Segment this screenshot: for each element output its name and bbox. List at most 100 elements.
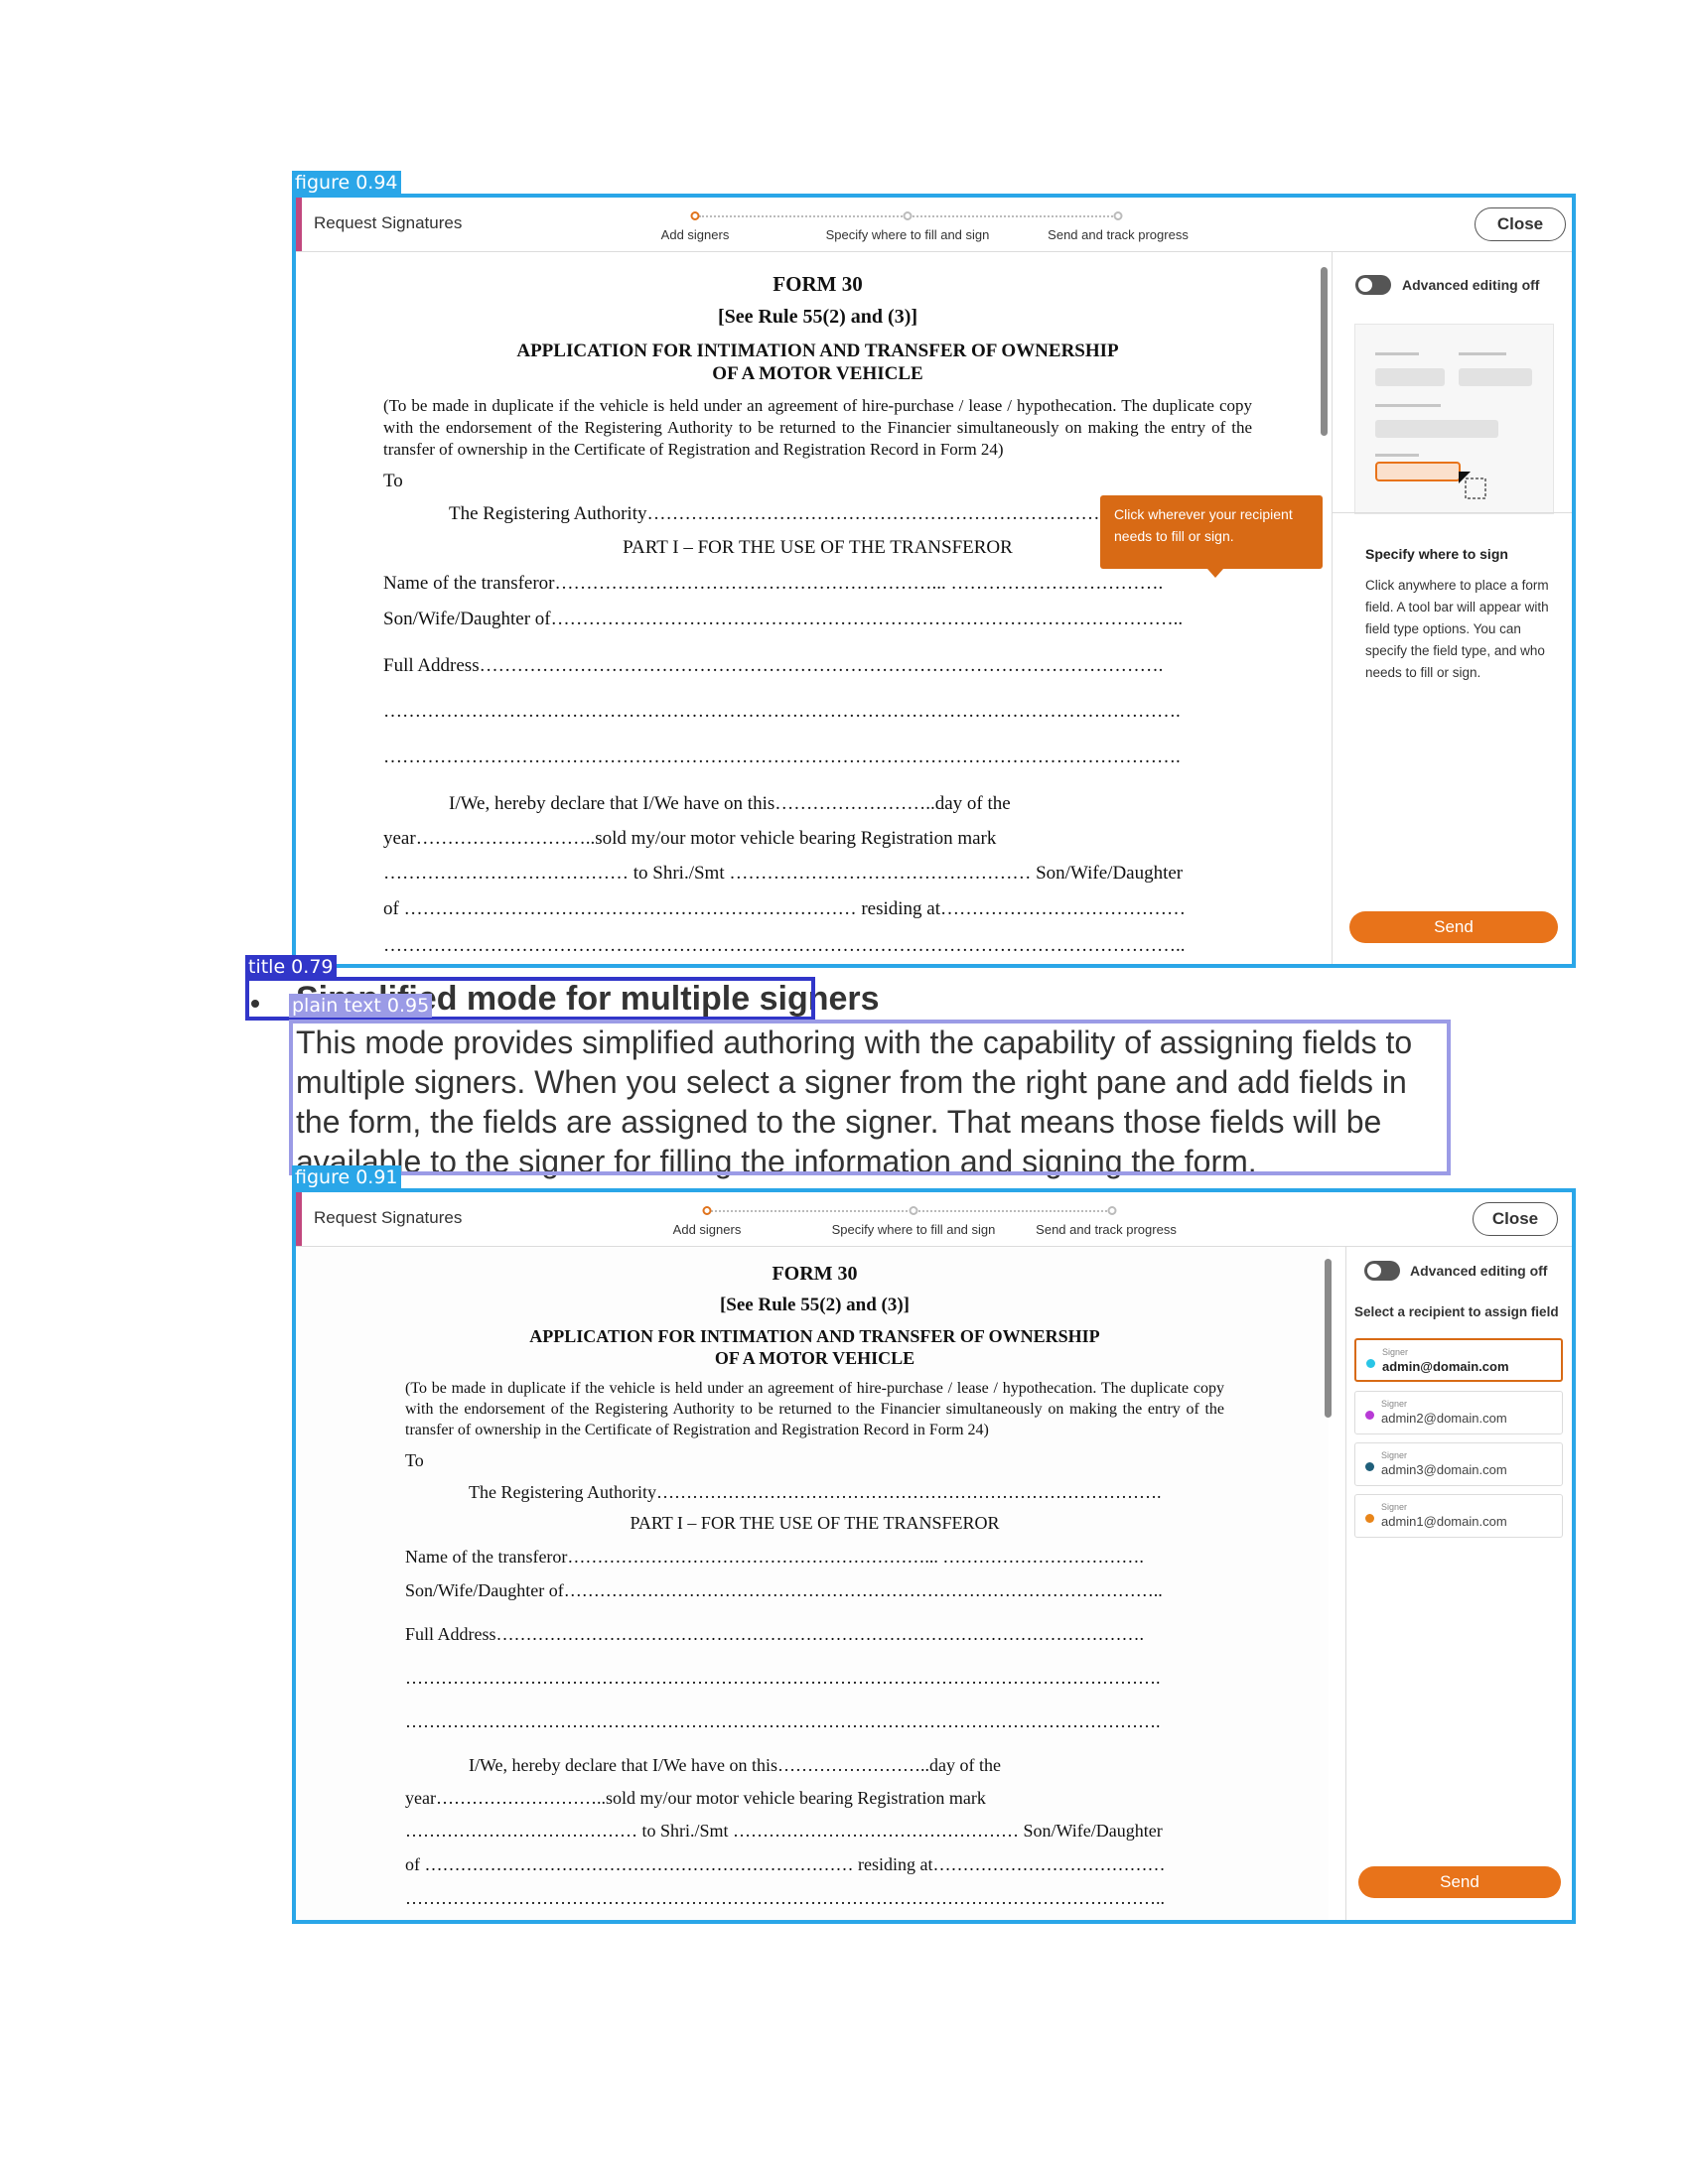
form-shri: ………………………………… to Shri./Smt …………………………………… [405, 1821, 1163, 1841]
step-send-track[interactable]: Send and track progress [1036, 1222, 1177, 1237]
signer-option[interactable]: Signer admin2@domain.com [1354, 1391, 1563, 1434]
signer-email: admin2@domain.com [1381, 1411, 1507, 1426]
step-dot-add-signers [690, 211, 700, 220]
top-header: Request Signatures Add signers Specify w… [296, 198, 1572, 252]
bottom-screenshot: Request Signatures Add signers Specify w… [296, 1192, 1572, 1920]
step-line [711, 1210, 912, 1212]
signer-role: Signer [1381, 1502, 1408, 1512]
form-heading-2: OF A MOTOR VEHICLE [712, 363, 923, 384]
send-button[interactable]: Send [1349, 911, 1558, 943]
signer-email: admin@domain.com [1382, 1359, 1509, 1374]
signer-option[interactable]: Signer admin@domain.com [1354, 1338, 1563, 1382]
step-line [915, 1210, 1110, 1212]
right-pane: Advanced editing off Specify where to si… [1332, 252, 1572, 964]
form-name: Name of the transferor………………………………………………… [405, 1547, 1144, 1567]
form-declare: I/We, hereby declare that I/We have on t… [449, 793, 1011, 814]
step-add-signers[interactable]: Add signers [661, 227, 730, 242]
progress-steps: Add signers Specify where to fill and si… [296, 205, 1572, 245]
tooltip-text: Click wherever your recipient needs to f… [1114, 506, 1293, 544]
select-recipient-label: Select a recipient to assign field [1354, 1304, 1559, 1319]
help-text: Click anywhere to place a form field. A … [1365, 578, 1549, 680]
step-add-signers[interactable]: Add signers [673, 1222, 742, 1237]
document-viewer: FORM 30 [See Rule 55(2) and (3)] APPLICA… [296, 252, 1331, 964]
pane-divider [1333, 512, 1572, 513]
form-part: PART I – FOR THE USE OF THE TRANSFEROR [630, 1513, 1000, 1533]
signer-option[interactable]: Signer admin1@domain.com [1354, 1494, 1563, 1538]
signer-color-dot [1366, 1359, 1375, 1368]
field-placeholder [1375, 462, 1461, 481]
form-year: year………………………..sold my/our motor vehicle… [405, 1788, 986, 1808]
form-address: Full Address…………………………………………………………………………… [383, 655, 1164, 676]
form-of: of ……………………………………………………………… residing at…… [405, 1854, 1166, 1874]
bottom-header: Request Signatures Add signers Specify w… [296, 1192, 1572, 1247]
step-line [699, 215, 906, 217]
section-body: This mode provides simplified authoring … [296, 1024, 1413, 1179]
cursor-icon [1459, 472, 1486, 499]
step-specify-where[interactable]: Specify where to fill and sign [832, 1222, 996, 1237]
step-line [910, 215, 1116, 217]
signer-role: Signer [1381, 1450, 1408, 1460]
step-dot-specify [903, 211, 913, 220]
form-shri: ………………………………… to Shri./Smt …………………………………… [383, 863, 1184, 884]
form-page: FORM 30 [See Rule 55(2) and (3)] APPLICA… [405, 1247, 1224, 1920]
advanced-editing-label: Advanced editing off [1402, 277, 1540, 293]
form-of: of ……………………………………………………………… residing at…… [383, 898, 1187, 919]
form-heading: APPLICATION FOR INTIMATION AND TRANSFER … [529, 1326, 1100, 1346]
signer-email: admin1@domain.com [1381, 1514, 1507, 1529]
figure-detection-label: figure 0.91 [292, 1165, 401, 1189]
placement-tooltip: Click wherever your recipient needs to f… [1100, 495, 1323, 578]
form-heading: APPLICATION FOR INTIMATION AND TRANSFER … [516, 341, 1119, 361]
tooltip-arrow [1207, 569, 1223, 578]
signer-option[interactable]: Signer admin3@domain.com [1354, 1442, 1563, 1486]
form-to: To [405, 1450, 424, 1470]
title-detection-label: title 0.79 [245, 955, 337, 979]
form-declare: I/We, hereby declare that I/We have on t… [469, 1755, 1001, 1775]
step-send-track[interactable]: Send and track progress [1048, 227, 1189, 242]
doc-scrollbar[interactable] [1321, 267, 1328, 436]
form-rule: [See Rule 55(2) and (3)] [719, 1295, 911, 1315]
form-blank: …………………………………………………………………………………………………………… [405, 1888, 1165, 1908]
signer-email: admin3@domain.com [1381, 1462, 1507, 1477]
form-to: To [383, 471, 403, 491]
signer-role: Signer [1382, 1347, 1409, 1357]
step-dot-add-signers [702, 1206, 712, 1215]
form-son: Son/Wife/Daughter of……………………………………………………… [405, 1580, 1163, 1600]
form-authority: The Registering Authority………………………………………… [449, 503, 1181, 524]
form-blank: …………………………………………………………………………………………………………… [383, 701, 1181, 722]
plain-text-detection-label: plain text 0.95 [289, 994, 433, 1018]
signer-color-dot [1365, 1514, 1374, 1523]
progress-steps: Add signers Specify where to fill and si… [296, 1200, 1572, 1240]
advanced-editing-label: Advanced editing off [1410, 1263, 1548, 1279]
send-button[interactable]: Send [1358, 1866, 1561, 1898]
top-screenshot: Request Signatures Add signers Specify w… [296, 198, 1572, 964]
form-authority: The Registering Authority………………………………………… [469, 1482, 1162, 1502]
signer-role: Signer [1381, 1399, 1408, 1409]
form-title: FORM 30 [772, 1263, 858, 1285]
form-note: (To be made in duplicate if the vehicle … [405, 1380, 1224, 1438]
step-specify-where[interactable]: Specify where to fill and sign [826, 227, 990, 242]
close-button[interactable]: Close [1475, 207, 1566, 241]
signer-color-dot [1365, 1462, 1374, 1471]
form-son: Son/Wife/Daughter of……………………………………………………… [383, 609, 1184, 629]
form-blank: …………………………………………………………………………………………………………… [405, 1711, 1161, 1731]
bullet-dot [251, 1000, 259, 1008]
close-button[interactable]: Close [1473, 1202, 1558, 1236]
placement-illustration [1354, 324, 1554, 514]
advanced-editing-toggle[interactable] [1364, 1261, 1400, 1281]
step-dot-send [1113, 211, 1123, 220]
form-title: FORM 30 [773, 272, 863, 296]
doc-scrollbar[interactable] [1325, 1259, 1332, 1418]
step-dot-specify [909, 1206, 918, 1215]
form-rule: [See Rule 55(2) and (3)] [717, 306, 918, 328]
form-name: Name of the transferor………………………………………………… [383, 573, 1164, 594]
right-pane: Advanced editing off Select a recipient … [1345, 1247, 1572, 1920]
form-blank: …………………………………………………………………………………………………………… [383, 747, 1181, 767]
form-blank: …………………………………………………………………………………………………………… [383, 935, 1186, 956]
form-year: year………………………..sold my/our motor vehicle… [383, 828, 997, 849]
form-blank: …………………………………………………………………………………………………………… [405, 1668, 1161, 1688]
signer-color-dot [1365, 1411, 1374, 1420]
document-viewer: FORM 30 [See Rule 55(2) and (3)] APPLICA… [296, 1247, 1332, 1920]
figure-detection-label: figure 0.94 [292, 171, 401, 195]
help-title: Specify where to sign [1365, 546, 1508, 562]
advanced-editing-toggle[interactable] [1355, 275, 1391, 295]
